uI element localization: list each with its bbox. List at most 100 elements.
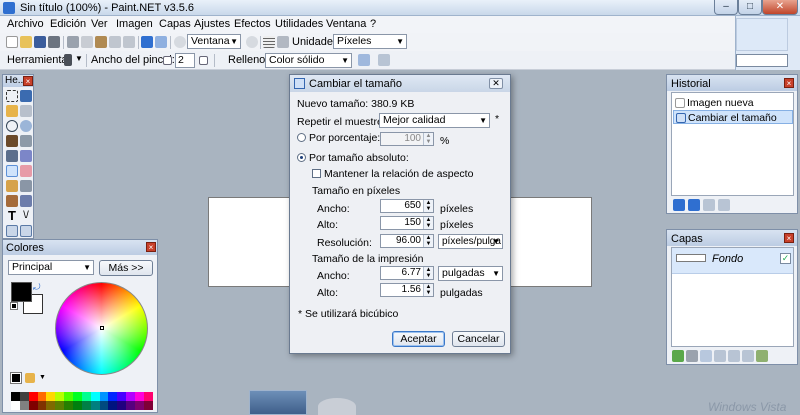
accept-button[interactable]: Aceptar (392, 331, 445, 347)
history-item-resize[interactable]: Cambiar el tamaño (673, 110, 793, 124)
zoom-in-icon[interactable] (246, 36, 258, 48)
primary-color-swatch[interactable] (11, 282, 32, 302)
move-icon[interactable] (20, 105, 32, 117)
keep-aspect-checkbox[interactable] (312, 169, 321, 178)
history-fast-forward-icon[interactable] (718, 199, 730, 211)
more-colors-button[interactable]: Más >> (99, 260, 153, 276)
dialog-close-button[interactable]: ✕ (489, 78, 503, 89)
reset-colors-icon[interactable] (10, 302, 18, 310)
palette-swatch[interactable] (73, 392, 82, 401)
palette-swatch[interactable] (37, 392, 47, 401)
print-unit-combo[interactable]: pulgadas ▼ (438, 266, 503, 281)
menu-utilidades[interactable]: Utilidades (275, 18, 323, 30)
palette-swatch[interactable] (64, 401, 74, 410)
blend-mode-icon[interactable] (378, 54, 390, 66)
palette-swatch[interactable] (28, 392, 38, 401)
palette-swatch[interactable] (126, 401, 136, 410)
magic-wand-icon[interactable] (6, 135, 18, 147)
palette-swatch[interactable] (11, 392, 20, 401)
print-icon[interactable] (48, 36, 60, 48)
taskbar-window-thumbnail[interactable] (249, 390, 307, 415)
menu-edicion[interactable]: Edición (50, 18, 86, 30)
menu-help[interactable]: ? (370, 18, 376, 30)
width-pixels-input[interactable]: 650 ▲ ▼ (380, 199, 434, 213)
menu-imagen[interactable]: Imagen (116, 18, 153, 30)
palette-swatch[interactable] (28, 401, 38, 410)
by-absolute-size-radio[interactable] (297, 153, 306, 162)
palette-swatch[interactable] (90, 392, 100, 401)
pan-icon[interactable] (20, 135, 32, 147)
redo-icon[interactable] (703, 199, 715, 211)
resolution-input[interactable]: 96.00 ▲ ▼ (380, 234, 434, 248)
palette-swatch[interactable] (90, 401, 100, 410)
ellipse-select-icon[interactable] (6, 120, 18, 132)
grid-icon[interactable] (263, 36, 275, 48)
spinner-arrows-icon[interactable]: ▲ ▼ (423, 235, 433, 247)
resample-combo[interactable]: Mejor calidad ▼ (379, 113, 490, 128)
palette-swatch[interactable] (135, 392, 144, 401)
clone-stamp-icon[interactable] (6, 195, 18, 207)
palette-swatch[interactable] (126, 392, 136, 401)
paint-bucket-icon[interactable] (6, 150, 18, 162)
palette-swatch[interactable] (46, 392, 56, 401)
close-window-button[interactable]: ✕ (762, 0, 798, 15)
palette-swatch[interactable] (99, 401, 109, 410)
height-pixels-input[interactable]: 150 ▲ ▼ (380, 216, 434, 230)
chevron-down-icon[interactable]: ▼ (39, 374, 46, 381)
palette-swatch[interactable] (55, 401, 65, 410)
shapes-icon[interactable] (6, 225, 18, 237)
move-layer-up-icon[interactable] (728, 350, 740, 362)
gradient-icon[interactable] (20, 150, 32, 162)
fill-combo[interactable]: Color sólido ▼ (265, 53, 352, 68)
decrease-icon[interactable] (163, 56, 172, 65)
undo-icon[interactable] (141, 36, 153, 48)
move-selection-icon[interactable] (20, 90, 32, 102)
open-folder-icon[interactable] (20, 36, 32, 48)
add-layer-icon[interactable] (672, 350, 684, 362)
history-item-new-image[interactable]: Imagen nueva (673, 96, 793, 110)
paintbrush-icon[interactable] (6, 165, 18, 177)
brush-width-input[interactable]: 2 (175, 53, 195, 68)
color-mode-combo[interactable]: Principal ▼ (8, 260, 94, 275)
color-palette[interactable] (11, 392, 153, 410)
palette-swatch[interactable] (135, 401, 144, 410)
palette-swatch[interactable] (99, 392, 109, 401)
palette-swatch[interactable] (19, 401, 29, 410)
by-percentage-radio[interactable] (297, 133, 306, 142)
palette-swatch[interactable] (81, 401, 91, 410)
black-swatch[interactable] (10, 372, 22, 384)
palette-swatch[interactable] (64, 392, 74, 401)
crop-icon[interactable] (109, 36, 121, 48)
merge-layer-icon[interactable] (714, 350, 726, 362)
menu-efectos[interactable]: Efectos (234, 18, 271, 30)
close-icon[interactable]: × (23, 76, 33, 86)
rectangle-select-icon[interactable] (6, 90, 18, 102)
recolor-icon[interactable] (20, 195, 32, 207)
palette-swatch[interactable] (46, 401, 56, 410)
print-height-input[interactable]: 1.56 ▲ ▼ (380, 283, 434, 297)
menu-ver[interactable]: Ver (91, 18, 108, 30)
resolution-unit-combo[interactable]: píxeles/pulga ▼ (438, 234, 503, 249)
spinner-arrows-icon[interactable]: ▲ ▼ (423, 284, 433, 296)
menu-archivo[interactable]: Archivo (7, 18, 44, 30)
chevron-down-icon[interactable]: ▼ (75, 54, 83, 63)
palette-swatch[interactable] (108, 401, 118, 410)
layer-visibility-checkbox[interactable]: ✓ (780, 253, 791, 264)
paintbrush-icon[interactable] (64, 54, 72, 66)
increase-icon[interactable] (199, 56, 208, 65)
swap-colors-icon[interactable]: ⤾ (33, 282, 41, 293)
lasso-icon[interactable] (6, 105, 18, 117)
close-icon[interactable]: × (784, 233, 794, 243)
layer-row-fondo[interactable]: Fondo ✓ (672, 248, 793, 274)
cut-icon[interactable] (67, 36, 79, 48)
spinner-arrows-icon[interactable]: ▲ ▼ (423, 267, 433, 279)
print-width-input[interactable]: 6.77 ▲ ▼ (380, 266, 434, 280)
new-file-icon[interactable] (6, 36, 18, 48)
palette-swatch[interactable] (81, 392, 91, 401)
palette-swatch[interactable] (55, 392, 65, 401)
undo-icon[interactable] (688, 199, 700, 211)
antialiasing-icon[interactable] (358, 54, 370, 66)
units-combo[interactable]: Píxeles ▼ (333, 34, 407, 49)
palette-swatch[interactable] (117, 392, 127, 401)
palette-menu-icon[interactable] (25, 373, 35, 383)
